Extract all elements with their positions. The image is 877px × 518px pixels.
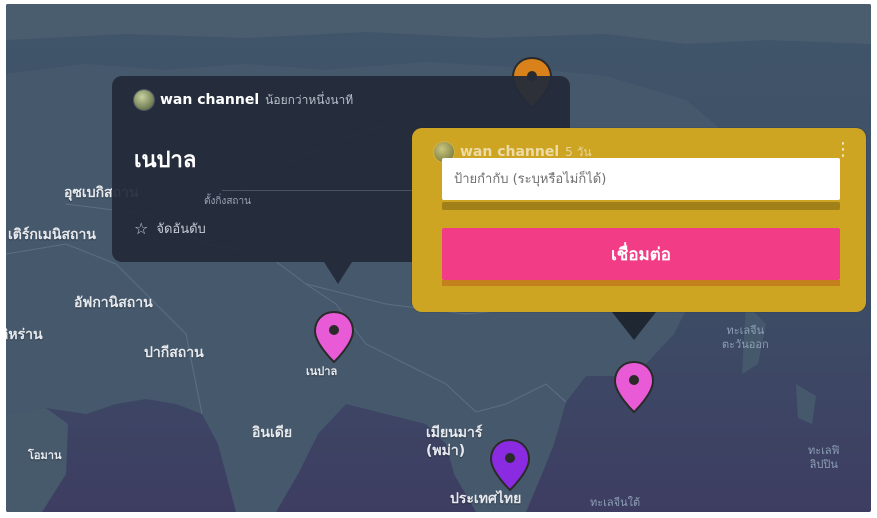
map-label-india: อินเดีย: [252, 425, 293, 441]
map-label-pakistan: ปากีสถาน: [144, 345, 204, 361]
connect-modal: wan channel 5 วัน ⋮ เชื่อมต่อ: [412, 128, 866, 312]
channel-avatar: [134, 90, 154, 110]
modal-footer-strip: [442, 280, 840, 286]
map-label-oman: โอมาน: [28, 449, 62, 462]
tooltip-channel-name[interactable]: wan channel: [160, 92, 259, 108]
more-options-icon[interactable]: ⋮: [834, 141, 852, 159]
modal-pointer: [612, 312, 656, 340]
tooltip-subtitle: ตั้งกิ่งสถาน: [204, 196, 251, 207]
obscured-text: [442, 202, 840, 210]
rank-label: จัดอันดับ: [156, 222, 206, 237]
label-input[interactable]: [442, 158, 840, 200]
map-label-east-china-sea: ทะเลจีน ตะวันออก: [722, 324, 769, 351]
map-pin-east-icon[interactable]: [612, 360, 656, 416]
tooltip-header: wan channel น้อยกว่าหนึ่งนาที: [134, 90, 353, 110]
connect-button[interactable]: เชื่อมต่อ: [442, 228, 840, 280]
map-label-philippine-sea: ทะเลฟิ ลิปปิน: [808, 444, 840, 471]
tooltip-timestamp: น้อยกว่าหนึ่งนาที: [265, 92, 354, 107]
tooltip-title: เนปาล: [134, 148, 197, 173]
map-pin-thailand-icon[interactable]: [488, 438, 532, 494]
map-label-iran: อิหร่าน: [6, 327, 43, 343]
map-label-myanmar: เมียนมาร์ (พม่า): [426, 425, 483, 459]
map-label-turkmenistan: เติร์กเมนิสถาน: [8, 227, 96, 243]
map-label-south-china-sea: ทะเลจีนใต้: [590, 496, 641, 509]
map-label-afghanistan: อัฟกานิสถาน: [74, 295, 153, 311]
map-pin-nepal-icon[interactable]: [312, 310, 356, 366]
star-icon: ☆: [134, 219, 149, 238]
tooltip-arrow: [324, 262, 352, 284]
map-view[interactable]: เนปาล อุซเบกิสถาน เติร์กเมนิสถาน อัฟกานิ…: [6, 4, 871, 512]
rank-button[interactable]: ☆ จัดอันดับ: [134, 218, 206, 239]
